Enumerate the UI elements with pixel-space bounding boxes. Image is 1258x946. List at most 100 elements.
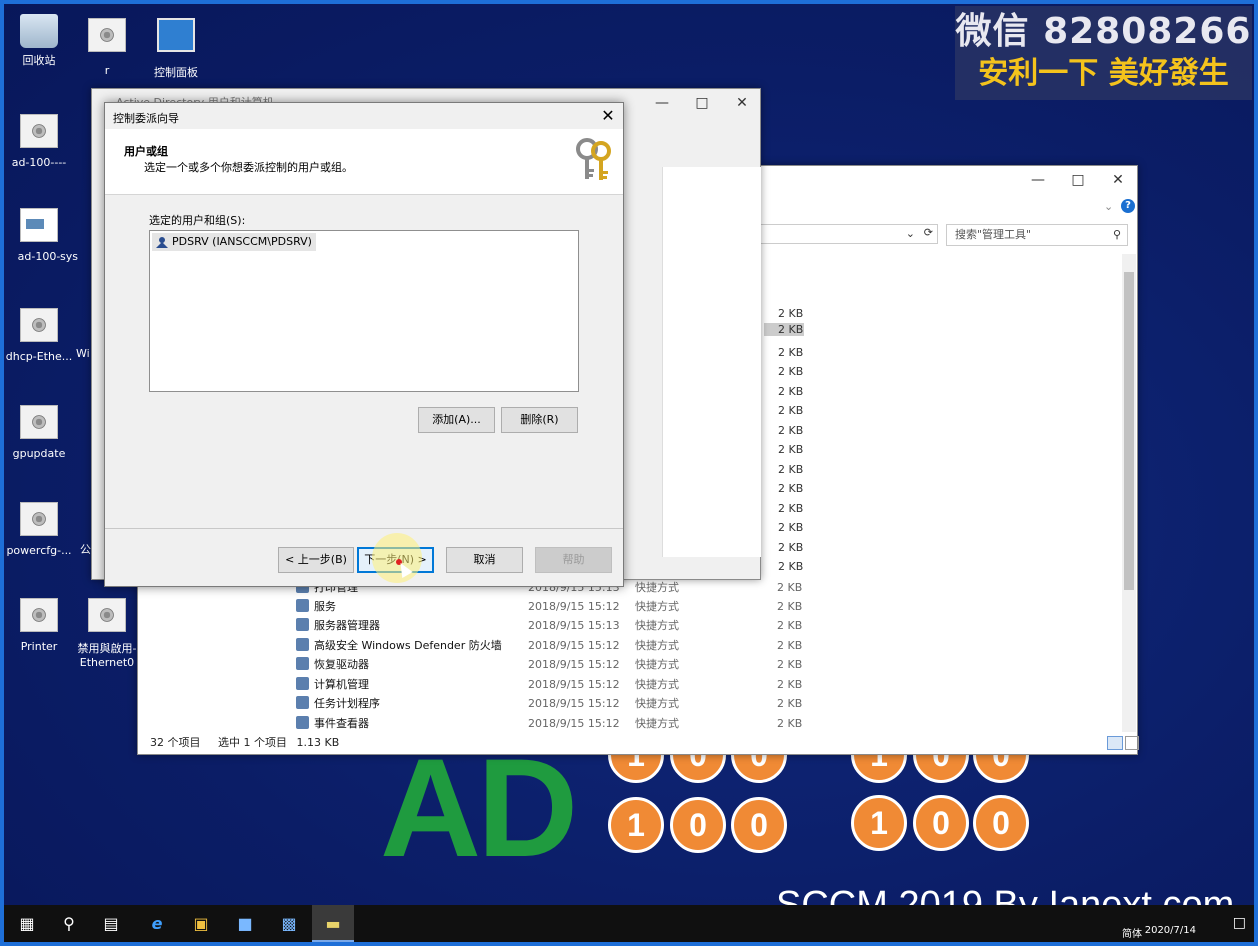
ball: 1 (851, 795, 907, 851)
watermark-line1: 微信 82808266 (955, 11, 1252, 52)
minimize-icon[interactable]: — (1018, 166, 1058, 194)
back-button[interactable]: < 上一步(B) (278, 547, 354, 573)
keys-icon (576, 138, 611, 180)
services-icon (296, 599, 309, 612)
task-scheduler-icon (296, 696, 309, 709)
large-icons-view-icon[interactable] (1125, 736, 1139, 750)
row-size: 2 KB (777, 717, 803, 730)
row-date: 2018/9/15 15:13 (528, 619, 620, 632)
settings-file-icon (20, 405, 58, 439)
search-placeholder: 搜索"管理工具" (955, 228, 1032, 241)
settings-file-icon (88, 18, 126, 52)
close-icon[interactable]: ✕ (722, 89, 762, 117)
maximize-icon[interactable]: □ (1058, 166, 1098, 194)
details-view-icon[interactable] (1107, 736, 1123, 750)
minimize-icon[interactable]: — (642, 89, 682, 117)
size-cell: 2 KB (778, 502, 804, 515)
desktop-icon-recycle-bin[interactable]: 回收站 (3, 14, 75, 68)
desktop-icon-gpupdate[interactable]: gpupdate (3, 405, 75, 460)
row-size: 2 KB (777, 697, 803, 710)
file-explorer-icon[interactable]: ▣ (180, 905, 222, 942)
row-name: 服务 (314, 600, 336, 613)
desktop-icon-printer[interactable]: Printer (3, 598, 75, 653)
notification-icon[interactable]: □ (1233, 915, 1246, 931)
row-size: 2 KB (777, 581, 803, 594)
row-type: 快捷方式 (635, 717, 679, 730)
add-button[interactable]: 添加(A)... (418, 407, 495, 433)
row-type: 快捷方式 (635, 581, 679, 594)
server-manager-icon[interactable]: ■ (224, 905, 266, 942)
list-item[interactable]: PDSRV (IANSCCM\PDSRV) (152, 233, 316, 251)
delegation-wizard-dialog[interactable]: 控制委派向导 ✕ 用户或组 选定一个或多个你想委派控制的用户或组。 选定的用户和… (104, 102, 624, 587)
table-row[interactable]: 计算机管理 2018/9/15 15:12 快捷方式 2 KB (296, 675, 816, 694)
user-group-icon (156, 237, 168, 248)
task-view-icon[interactable]: ▤ (90, 905, 132, 942)
table-row[interactable]: 恢复驱动器 2018/9/15 15:12 快捷方式 2 KB (296, 655, 816, 674)
row-type: 快捷方式 (635, 658, 679, 671)
size-cell: 2 KB (778, 385, 804, 398)
row-size: 2 KB (777, 658, 803, 671)
server-manager-icon (296, 618, 309, 631)
row-date: 2018/9/15 15:12 (528, 600, 620, 613)
refresh-icon[interactable]: ⟳ (924, 226, 933, 239)
table-row[interactable]: 任务计划程序 2018/9/15 15:12 快捷方式 2 KB (296, 694, 816, 713)
row-size: 2 KB (777, 678, 803, 691)
size-cell: 2 KB (778, 463, 804, 476)
divider (105, 528, 623, 529)
selected-users-listbox[interactable]: PDSRV (IANSCCM\PDSRV) (149, 230, 579, 392)
table-row[interactable]: 服务 2018/9/15 15:12 快捷方式 2 KB (296, 597, 816, 616)
vertical-scrollbar[interactable] (1122, 254, 1136, 734)
search-icon[interactable]: ⚲ (48, 905, 90, 942)
maximize-icon[interactable]: □ (682, 89, 722, 117)
address-bar[interactable]: ⌄ ⟳ (760, 224, 938, 244)
desktop-icon-label: 回收站 (22, 54, 56, 67)
desktop-icon-ad-100-script[interactable]: ad-100---- (3, 114, 75, 169)
row-name: 恢复驱动器 (314, 658, 369, 671)
cancel-button[interactable]: 取消 (446, 547, 523, 573)
chevron-down-icon[interactable]: ⌄ (1104, 200, 1113, 213)
internet-explorer-icon[interactable]: e (136, 905, 178, 942)
remove-button[interactable]: 删除(R) (501, 407, 578, 433)
table-row[interactable]: 服务器管理器 2018/9/15 15:13 快捷方式 2 KB (296, 616, 816, 635)
settings-file-icon (20, 502, 58, 536)
aduc-content-pane (662, 167, 761, 557)
ime-indicator[interactable]: 简体 (1122, 925, 1142, 940)
ball: 0 (913, 795, 969, 851)
wizard-header-title: 用户或组 (124, 145, 168, 158)
wizard-header-subtitle: 选定一个或多个你想委派控制的用户或组。 (144, 161, 353, 174)
close-icon[interactable]: ✕ (593, 103, 623, 129)
desktop-icon-ethernet-toggle[interactable]: 禁用與啟用-Ethernet0 (71, 598, 143, 669)
table-row[interactable]: 高级安全 Windows Defender 防火墙 2018/9/15 15:1… (296, 636, 816, 655)
close-icon[interactable]: ✕ (1098, 166, 1138, 194)
firewall-icon (296, 638, 309, 651)
help-icon[interactable]: ? (1121, 199, 1135, 213)
delegation-wizard-taskbar-icon[interactable]: ▬ (312, 905, 354, 942)
windows-start-icon[interactable]: ▦ (6, 905, 48, 942)
status-selected: 选中 1 个项目 (218, 736, 287, 749)
chevron-down-icon[interactable]: ⌄ (906, 227, 915, 240)
size-cell: 2 KB (778, 307, 804, 320)
ad-logo: AD (380, 729, 578, 886)
row-size: 2 KB (777, 619, 803, 632)
status-item-count: 32 个项目 (150, 736, 201, 749)
table-row[interactable]: 事件查看器 2018/9/15 15:12 快捷方式 2 KB (296, 714, 816, 733)
ball: 0 (670, 797, 726, 853)
status-bar: 32 个项目 选中 1 个项目 1.13 KB (138, 732, 1139, 754)
aduc-icon[interactable]: ▩ (268, 905, 310, 942)
event-viewer-icon (296, 716, 309, 729)
row-name: 事件查看器 (314, 717, 369, 730)
row-type: 快捷方式 (635, 619, 679, 632)
ball: 1 (608, 797, 664, 853)
desktop-icon-r[interactable]: r (71, 18, 143, 77)
row-size: 2 KB (777, 639, 803, 652)
tray-date[interactable]: 2020/7/14 (1145, 925, 1196, 936)
size-cell: 2 KB (778, 404, 804, 417)
desktop-icon-label: 禁用與啟用-Ethernet0 (77, 642, 137, 669)
watermark-banner: 微信 82808266 安利一下 美好發生 (955, 6, 1252, 100)
image-file-icon (20, 208, 58, 242)
desktop-icon-control-panel[interactable]: 控制面板 (140, 18, 212, 80)
desktop-icon-label: r (104, 64, 110, 77)
scrollbar-thumb[interactable] (1124, 272, 1134, 590)
desktop-icon-label: gpupdate (12, 447, 66, 460)
search-input[interactable]: 搜索"管理工具" ⚲ (946, 224, 1128, 246)
